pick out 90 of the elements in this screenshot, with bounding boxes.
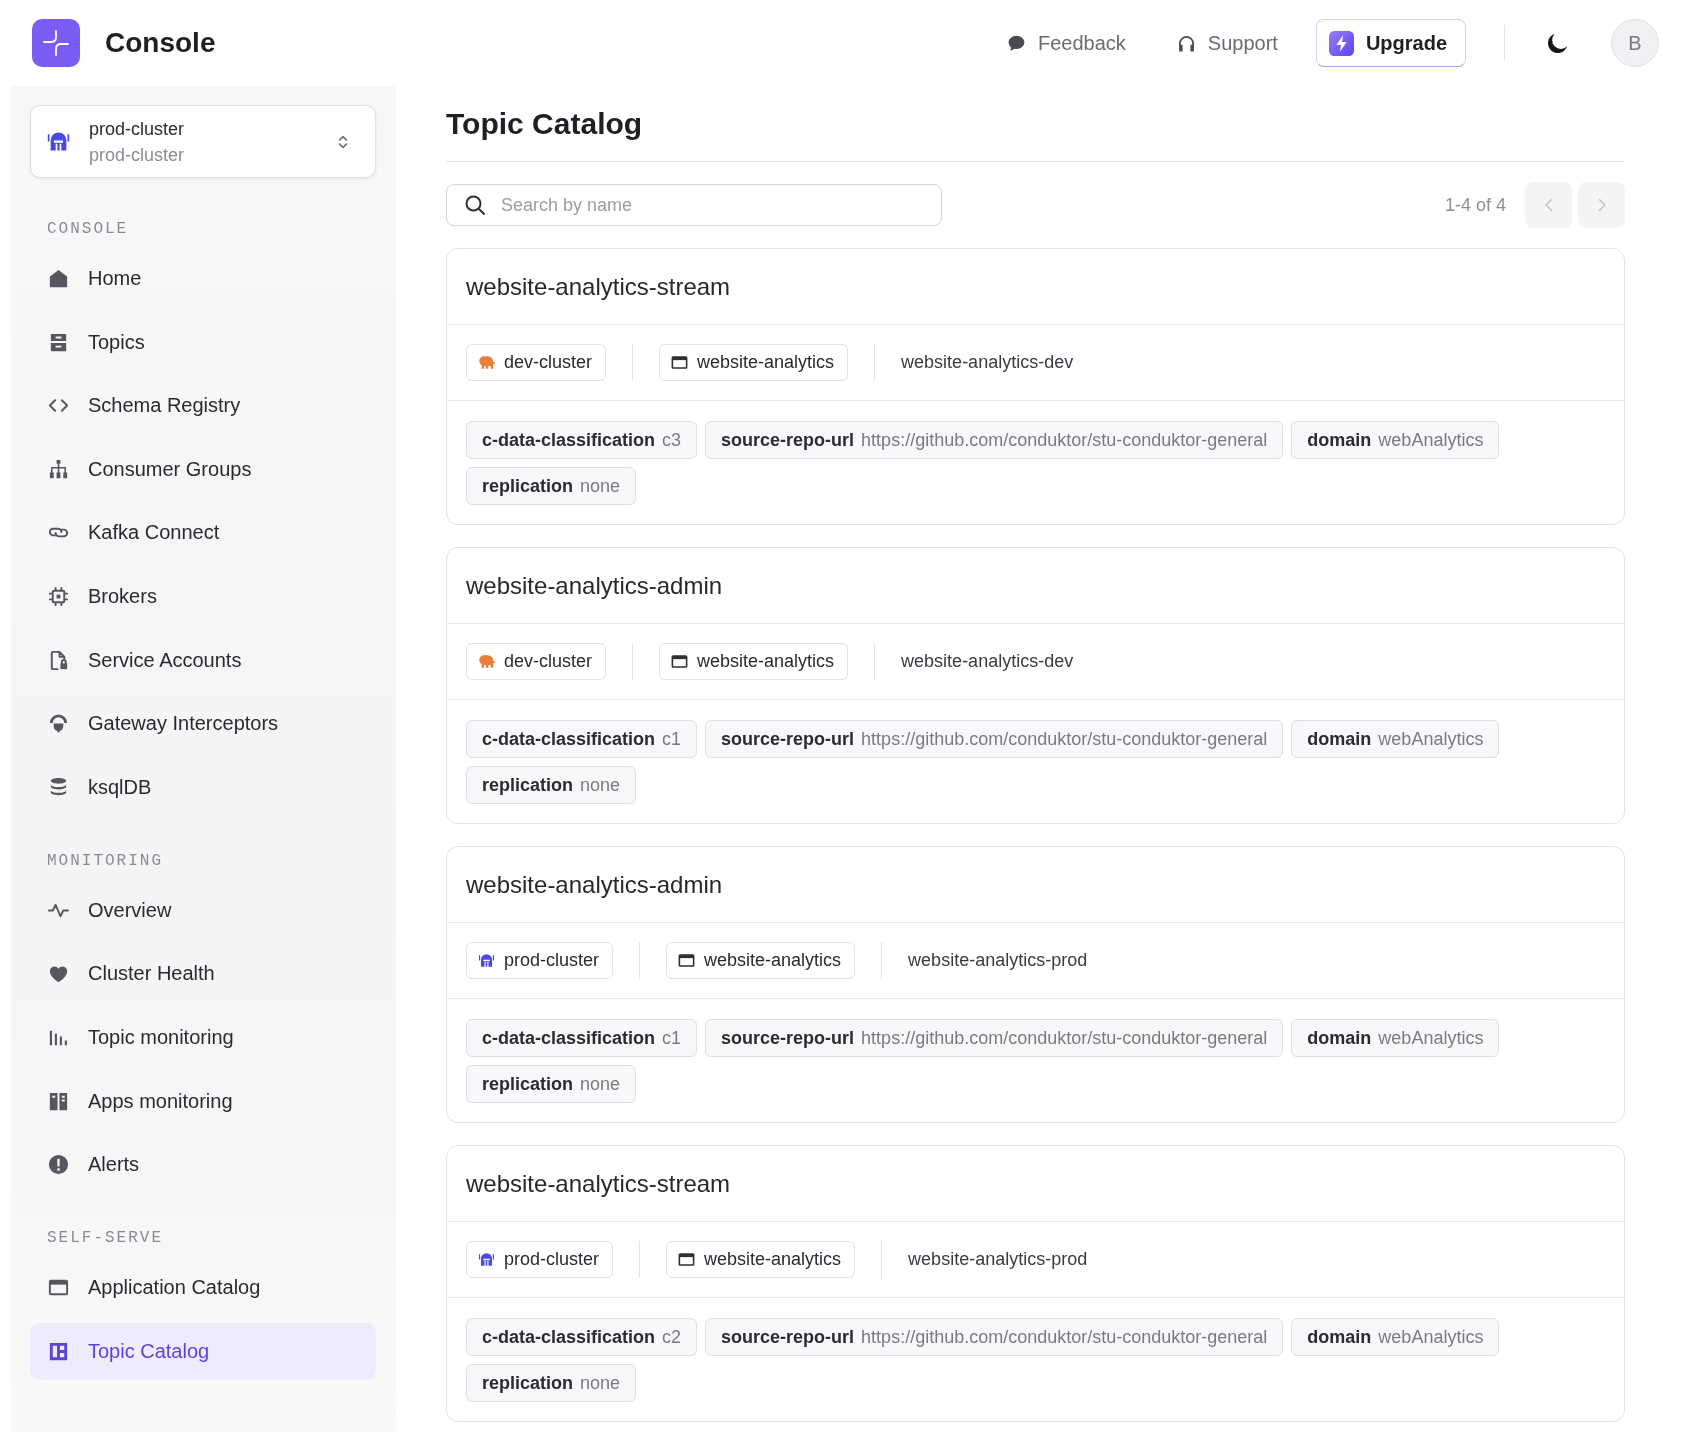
cluster-chip[interactable]: prod-cluster	[466, 942, 614, 979]
upgrade-button[interactable]: Upgrade	[1315, 19, 1466, 67]
section-label: MONITORING	[46, 850, 163, 871]
tag-value: none	[580, 475, 621, 497]
tag-value: none	[580, 1372, 621, 1394]
instance-name: website-analytics-dev	[901, 352, 1074, 373]
tag-key: domain	[1307, 728, 1372, 750]
tag-key: replication	[482, 1073, 574, 1095]
instance-name: website-analytics-dev	[901, 651, 1074, 672]
instance-name: website-analytics-prod	[908, 950, 1088, 971]
tag-key: c-data-classification	[482, 1326, 656, 1348]
window-icon	[677, 951, 697, 970]
nav-item[interactable]: Alerts	[30, 1136, 376, 1194]
tag-value: https://github.com/conduktor/stu-conduktor-general	[861, 1027, 1268, 1049]
tag-value: c2	[662, 1326, 682, 1348]
nav-item[interactable]: Application Catalog	[30, 1259, 376, 1317]
topic-name: website-analytics-stream	[466, 272, 731, 301]
window-icon	[670, 353, 690, 372]
tag-value: c1	[662, 728, 682, 750]
application-chip[interactable]: website-analytics	[659, 344, 849, 381]
nav-item[interactable]: Brokers	[30, 567, 376, 625]
support-link[interactable]: Support	[1175, 31, 1278, 55]
chip-icon	[47, 584, 70, 608]
tag-key: c-data-classification	[482, 429, 656, 451]
topic-name: website-analytics-stream	[466, 1169, 731, 1198]
tag-key: c-data-classification	[482, 728, 656, 750]
tag-value: c3	[662, 429, 682, 451]
tag-key: source-repo-url	[721, 429, 855, 451]
topic-name: website-analytics-admin	[466, 870, 723, 899]
plug-icon	[47, 712, 70, 736]
tag-key: source-repo-url	[721, 728, 855, 750]
nav-item[interactable]: Apps monitoring	[30, 1072, 376, 1130]
nav-item[interactable]: Gateway Interceptors	[30, 695, 376, 753]
tag-value: webAnalytics	[1378, 429, 1484, 451]
app-title: Console	[105, 27, 216, 59]
avatar-button[interactable]: B	[1611, 19, 1659, 67]
tag-value: https://github.com/conduktor/stu-conduktor-general	[861, 1326, 1268, 1348]
alert-icon	[47, 1153, 70, 1177]
logo-icon	[32, 19, 80, 67]
cluster-selector[interactable]: prod-cluster prod-cluster	[30, 105, 376, 178]
window-icon	[677, 1250, 697, 1269]
tag-key: source-repo-url	[721, 1326, 855, 1348]
search-field[interactable]: Search by name	[446, 184, 942, 226]
tag-key: domain	[1307, 1326, 1372, 1348]
lightning-icon	[1328, 30, 1354, 56]
tag-value: none	[580, 774, 621, 796]
tag-value: webAnalytics	[1378, 728, 1484, 750]
nav-item[interactable]: Schema Registry	[30, 377, 376, 435]
search-icon	[463, 193, 487, 217]
cluster-chip[interactable]: dev-cluster	[466, 344, 607, 381]
nav-item[interactable]: Topic Catalog	[30, 1322, 376, 1380]
tag-key: replication	[482, 774, 574, 796]
application-chip[interactable]: website-analytics	[659, 643, 849, 680]
tag-key: replication	[482, 475, 574, 497]
cluster-chip[interactable]: prod-cluster	[466, 1241, 614, 1278]
tag-value: c1	[662, 1027, 682, 1049]
tag-key: c-data-classification	[482, 1027, 656, 1049]
application-chip[interactable]: website-analytics	[666, 942, 856, 979]
instance-name: website-analytics-prod	[908, 1249, 1088, 1270]
window-icon	[670, 652, 690, 671]
page-title: Topic Catalog	[446, 107, 643, 140]
pagination-range: 1-4 of 4	[1444, 194, 1506, 216]
tag-value: https://github.com/conduktor/stu-conduktor-general	[861, 429, 1268, 451]
tag-value: webAnalytics	[1378, 1027, 1484, 1049]
nav-item[interactable]: Service Accounts	[30, 631, 376, 689]
hierarchy-icon	[47, 457, 70, 481]
section-label: SELF-SERVE	[46, 1228, 163, 1249]
cluster-subtitle: prod-cluster	[89, 143, 185, 167]
nav-item[interactable]: Overview	[30, 881, 376, 939]
nav-item[interactable]: Kafka Connect	[30, 504, 376, 562]
tag-key: replication	[482, 1372, 574, 1394]
nav-item[interactable]: Home	[30, 250, 376, 307]
topic-name: website-analytics-admin	[466, 571, 723, 600]
nav-item[interactable]: Topics	[30, 313, 376, 371]
feedback-link[interactable]: Feedback	[1005, 31, 1126, 55]
application-chip[interactable]: website-analytics	[666, 1241, 856, 1278]
tag-value: webAnalytics	[1378, 1326, 1484, 1348]
tag-key: source-repo-url	[721, 1027, 855, 1049]
tag-key: domain	[1307, 1027, 1372, 1049]
nav-item[interactable]: Cluster Health	[30, 945, 376, 1003]
nav-item[interactable]: ksqlDB	[30, 758, 376, 816]
tag-key: domain	[1307, 429, 1372, 451]
nav-item[interactable]: Topic monitoring	[30, 1008, 376, 1066]
tag-value: none	[580, 1073, 621, 1095]
tag-value: https://github.com/conduktor/stu-conduktor-general	[861, 728, 1268, 750]
section-label: CONSOLE	[46, 219, 129, 239]
cluster-name: prod-cluster	[89, 117, 185, 141]
home-icon	[47, 267, 70, 290]
cluster-chip[interactable]: dev-cluster	[466, 643, 607, 680]
nav-item[interactable]: Consumer Groups	[30, 440, 376, 498]
